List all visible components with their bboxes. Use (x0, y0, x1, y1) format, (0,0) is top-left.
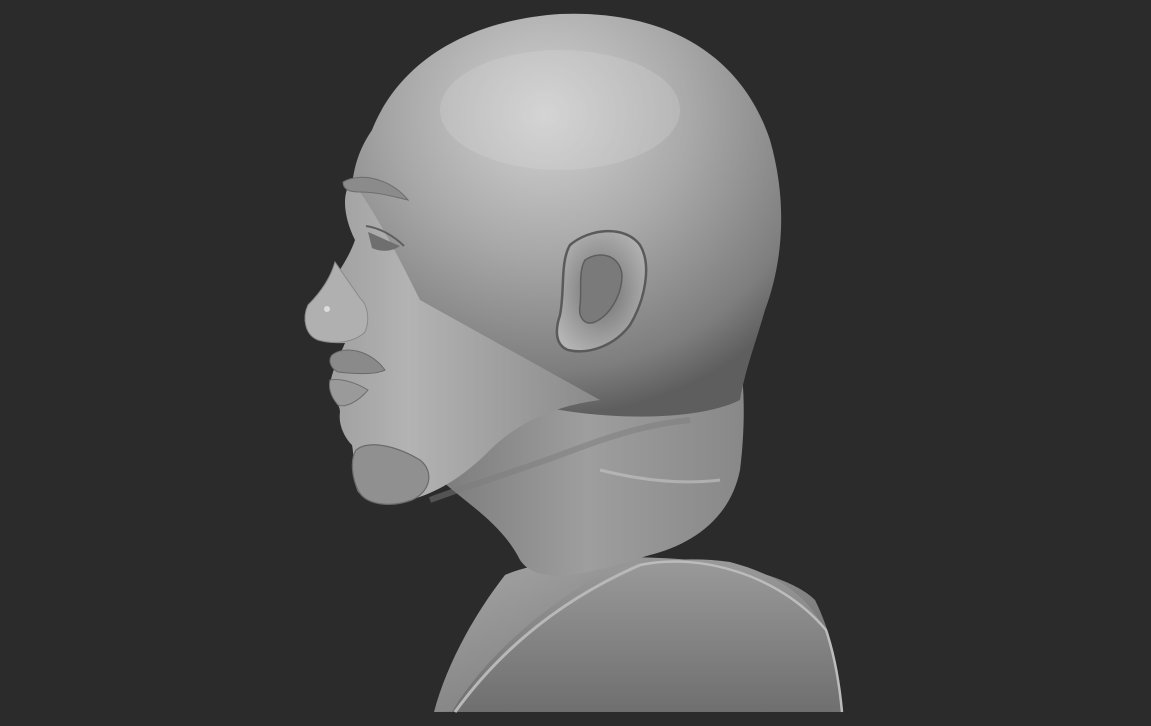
viewport-canvas[interactable] (0, 0, 1151, 726)
bust-model-render[interactable] (0, 0, 1151, 726)
skull-highlight (440, 50, 680, 170)
nose-piercing (324, 306, 330, 312)
